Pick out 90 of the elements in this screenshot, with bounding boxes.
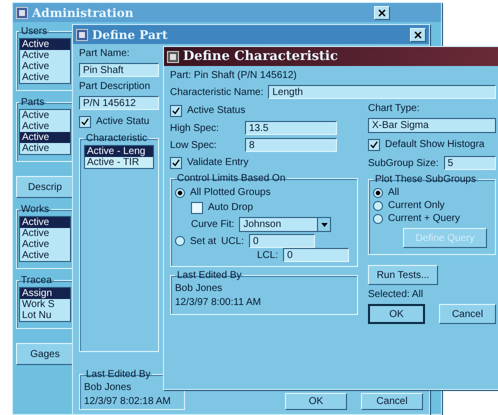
high-spec-field[interactable]: 13.5: [245, 121, 337, 135]
radio-button[interactable]: [175, 236, 185, 246]
list-item[interactable]: Active: [20, 61, 70, 72]
close-button[interactable]: [410, 28, 426, 42]
window-title: Define Part: [92, 28, 168, 42]
radio-button[interactable]: [373, 188, 383, 198]
field-label: Curve Fit:: [191, 219, 234, 230]
checkbox-label: Default Show Histogra: [385, 139, 484, 150]
ucl-field[interactable]: 0: [248, 234, 315, 248]
field-label: SubGroup Size:: [368, 158, 439, 168]
close-button[interactable]: [374, 6, 390, 20]
list-item[interactable]: Lot Nu: [20, 310, 70, 321]
app-icon: [167, 50, 179, 62]
field-label: High Spec:: [170, 122, 220, 134]
checkbox-label: Active Status: [187, 105, 246, 116]
list-item[interactable]: Active: [20, 143, 70, 154]
field-label: Chart Type:: [368, 103, 421, 114]
list-item[interactable]: Active: [20, 121, 70, 132]
editor-name: Bob Jones: [84, 381, 132, 395]
radio-label: All: [388, 187, 400, 198]
radio-label: Set at: [190, 236, 216, 246]
window-title: Administration: [32, 6, 134, 20]
list-item[interactable]: Active: [20, 110, 70, 121]
radio-label: Current Only: [388, 200, 445, 211]
list-item[interactable]: Active - TIR: [85, 157, 153, 168]
app-icon: [76, 28, 88, 40]
field-label: UCL:: [221, 236, 244, 246]
window-title: Define Characteristic: [183, 49, 338, 64]
editor-name: Bob Jones: [175, 282, 224, 296]
field-label: LCL:: [257, 250, 278, 260]
checkbox-label: Active Statu: [96, 116, 150, 127]
dropdown-arrow-icon: [320, 222, 328, 226]
subgroup-size-field[interactable]: 5: [444, 156, 496, 170]
list-item[interactable]: Active: [20, 228, 70, 239]
group-label: Users: [20, 26, 48, 37]
list-item[interactable]: Work S: [20, 299, 70, 310]
group-label: Tracea: [20, 275, 53, 286]
edit-date: 12/3/97 8:02:18 AM: [84, 395, 172, 409]
field-label: Part Name:: [79, 48, 131, 59]
curve-fit-dropdown[interactable]: Johnson: [239, 217, 332, 232]
close-icon: [378, 9, 386, 17]
list-item[interactable]: Assign: [20, 288, 70, 299]
checkbox-label: Auto Drop: [208, 202, 254, 213]
part-name-field[interactable]: Pin Shaft: [79, 63, 159, 77]
close-icon: [414, 30, 422, 38]
part-description-field[interactable]: P/N 145612: [79, 96, 159, 110]
list-item[interactable]: Active: [20, 250, 70, 261]
dialog-button[interactable]: OK: [368, 304, 426, 324]
lcl-field[interactable]: 0: [283, 248, 350, 262]
checkbox[interactable]: [368, 138, 380, 150]
list-item[interactable]: Active: [20, 50, 70, 61]
group-label: Control Limits Based On: [176, 173, 286, 184]
admin-button[interactable]: Gages: [16, 343, 74, 365]
radio-button[interactable]: [373, 214, 383, 224]
group-label: Parts: [20, 97, 46, 108]
checkbox[interactable]: [170, 104, 182, 116]
run-tests-button[interactable]: Run Tests...: [368, 265, 438, 285]
checkbox[interactable]: [170, 156, 182, 168]
field-label: Low Spec:: [170, 140, 218, 150]
part-label: Part: Pin Shaft (P/N 145612): [170, 70, 298, 81]
admin-button[interactable]: Descrip: [16, 176, 74, 198]
characteristic-name-field[interactable]: Length: [268, 85, 496, 99]
field-label: Characteristic Name:: [170, 86, 264, 98]
list-item[interactable]: Active: [20, 39, 70, 50]
app-icon: [16, 6, 28, 18]
checkbox[interactable]: [191, 202, 203, 214]
selection-status: Selected: All: [368, 289, 424, 300]
dialog-button[interactable]: Cancel: [439, 304, 496, 324]
group-label: Works: [20, 204, 50, 215]
radio-button[interactable]: [373, 200, 383, 210]
list-item[interactable]: Active: [20, 217, 70, 228]
list-item[interactable]: Active: [20, 132, 70, 143]
group-label: Last Edited By: [85, 369, 152, 380]
group-label: Last Edited By: [176, 270, 242, 281]
dialog-button[interactable]: OK: [285, 393, 347, 410]
chart-type-dropdown[interactable]: X-Bar Sigma: [368, 118, 496, 133]
radio-button[interactable]: [175, 188, 185, 198]
radio-label: All Plotted Groups: [190, 187, 271, 198]
list-item[interactable]: Active - Leng: [85, 146, 153, 157]
low-spec-field[interactable]: 8: [245, 138, 337, 152]
group-label: Characteristic: [85, 133, 148, 144]
field-label: Part Description: [79, 81, 152, 92]
group-label: Plot These SubGroups: [374, 174, 477, 185]
checkbox-label: Validate Entry: [187, 157, 249, 168]
radio-label: Current + Query: [388, 213, 460, 224]
checkbox[interactable]: [79, 116, 91, 128]
dialog-button[interactable]: Cancel: [361, 393, 423, 410]
list-item[interactable]: Active: [20, 72, 70, 83]
edit-date: 12/3/97 8:00:11 AM: [175, 296, 262, 310]
list-item[interactable]: Active: [20, 239, 70, 250]
